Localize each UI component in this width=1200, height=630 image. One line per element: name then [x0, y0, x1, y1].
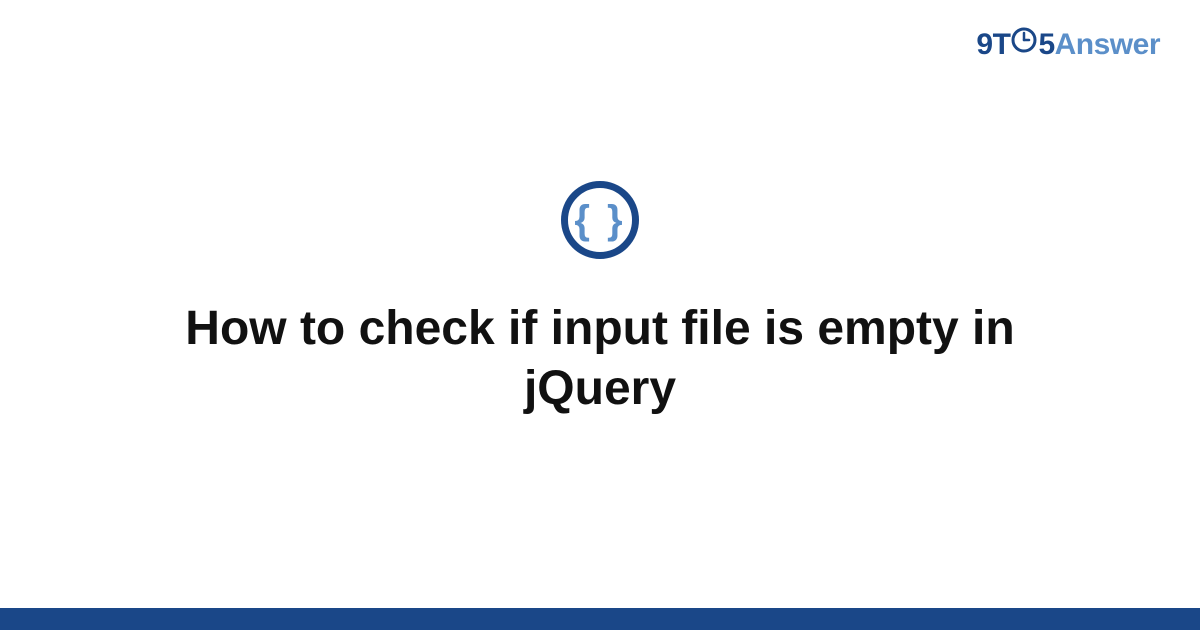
main-content: { } How to check if input file is empty …: [0, 0, 1200, 630]
question-title: How to check if input file is empty in j…: [100, 299, 1100, 419]
footer-bar: [0, 608, 1200, 630]
category-badge: { }: [561, 181, 639, 259]
code-braces-icon: { }: [574, 200, 625, 240]
